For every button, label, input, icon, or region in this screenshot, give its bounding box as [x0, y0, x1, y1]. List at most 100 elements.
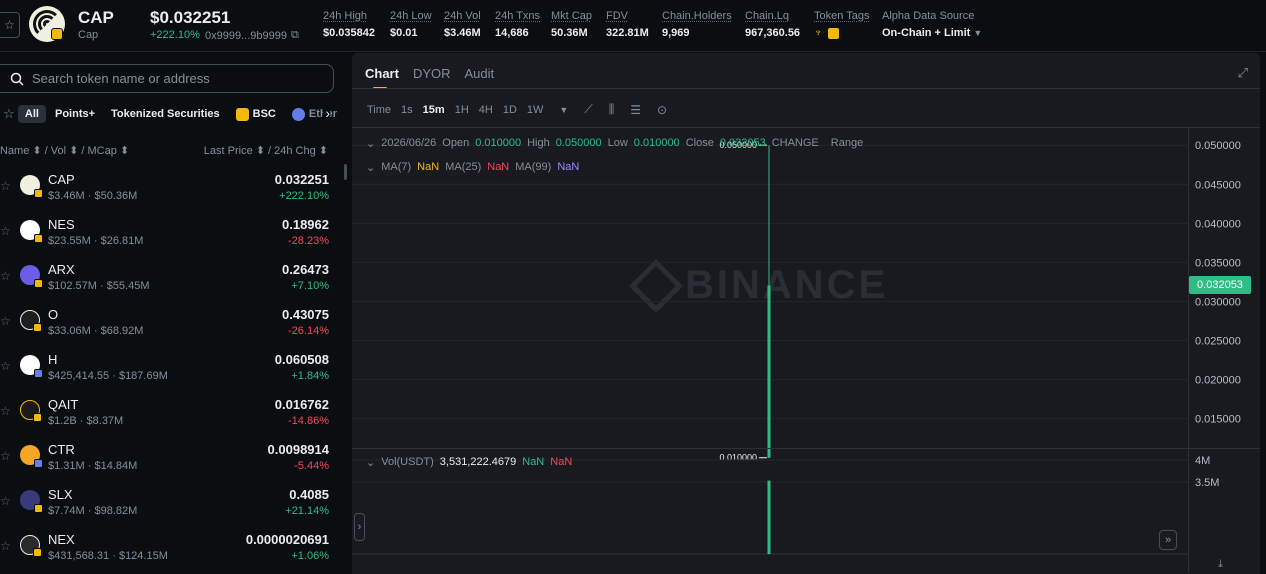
tab-dyor[interactable]: DYOR [413, 66, 451, 89]
star-icon[interactable]: ☆ [0, 494, 11, 508]
stat-24h-high: 24h High $0.035842 [323, 10, 375, 39]
volume-pane-divider[interactable] [352, 448, 1260, 449]
fullscreen-expand-icon[interactable]: ⤢ [1238, 65, 1248, 81]
token-row[interactable]: ☆ ARX $102.57M · $55.45M 0.26473 +7.10% [0, 255, 346, 300]
tab-audit[interactable]: Audit [465, 66, 495, 89]
timeframe-1d[interactable]: 1D [503, 104, 517, 116]
volume-value: 3,531,222.4679 [439, 456, 517, 468]
alpha-data-source-value: On-Chain + Limit [882, 27, 971, 39]
filter-tokenized-securities[interactable]: Tokenized Securities [104, 105, 227, 123]
contract-address[interactable]: 0x9999...9b9999 ⧉ [205, 29, 299, 42]
time-label: Time [367, 103, 392, 116]
indicator-line-chart-icon[interactable]: ⟋ [584, 102, 592, 117]
token-row[interactable]: ☆ NES $23.55M · $26.81M 0.18962 -28.23% [0, 210, 346, 255]
sort-price-change[interactable]: Last Price ⬍ / 24h Chg ⬍ [204, 144, 328, 157]
star-icon[interactable]: ☆ [0, 224, 11, 238]
sort-name-vol-mcap[interactable]: Name ⬍ / Vol ⬍ / MCap ⬍ [0, 144, 129, 157]
price-chart-svg: 0.050000 0.045000 0.040000 0.035000 0.030000… [352, 140, 1241, 555]
expand-left-chevron-icon[interactable]: › [354, 513, 365, 541]
star-icon[interactable]: ☆ [0, 359, 11, 373]
candle-date: 2026/06/26 [381, 137, 437, 149]
candle-type-icon[interactable]: ⫼ [609, 102, 615, 117]
token-row[interactable]: ☆ H $425,414.55 · $187.69M 0.060508 +1.8… [0, 345, 346, 390]
token-vol-mcap: $1.2B · $8.37M [48, 415, 124, 427]
token-list: ☆ CAP $3.46M · $50.36M 0.032251 +222.10%… [0, 165, 346, 570]
token-vol-mcap: $425,414.55 · $187.69M [48, 370, 168, 382]
token-row[interactable]: ☆ NEX $431,568.31 · $124.15M 0.000002069… [0, 525, 346, 570]
token-vol-mcap: $102.57M · $55.45M [48, 280, 150, 292]
collapse-ma-chevron-icon[interactable]: ⌄ [366, 161, 375, 174]
search-input[interactable] [32, 71, 312, 86]
volume-tick-label: 3.5M [1195, 477, 1219, 489]
stat-label: 24h Txns [495, 10, 541, 22]
low-value: 0.010000 [633, 137, 680, 149]
timeframe-1w[interactable]: 1W [527, 104, 544, 116]
token-logo-icon [20, 490, 43, 513]
star-icon[interactable]: ☆ [0, 179, 11, 193]
reset-scale-icon[interactable]: ⤓ [1218, 558, 1223, 571]
stat-chain-holders: Chain.Holders 9,969 [662, 10, 732, 39]
star-icon[interactable]: ☆ [0, 449, 11, 463]
collapse-legend-chevron-icon[interactable]: ⌄ [366, 137, 375, 150]
stat-value: 322.81M [606, 27, 649, 39]
ma-legend: ⌄ MA(7) NaN MA(25) NaN MA(99) NaN [366, 161, 579, 174]
chart-config-gear-icon[interactable]: ⊙ [657, 103, 667, 117]
stat-24h-low: 24h Low $0.01 [390, 10, 432, 39]
chart-settings-list-icon[interactable]: ☰ [630, 103, 641, 117]
token-change: -28.23% [288, 235, 329, 247]
token-price: 0.0000020691 [245, 532, 329, 547]
timeframe-1h[interactable]: 1H [455, 104, 469, 116]
ma7-label: MA(7) [381, 161, 412, 173]
favorite-star-icon[interactable]: ☆ [0, 12, 20, 38]
token-symbol: NEX [48, 532, 75, 547]
filter-points-plus[interactable]: Points+ [48, 105, 102, 123]
timeframe-15m[interactable]: 15m [423, 104, 445, 116]
filter-chips: ☆ All Points+ Tokenized Securities BSC E… [0, 103, 346, 125]
y-tick-label: 0.025000 [1195, 336, 1241, 348]
stat-value: $0.01 [390, 27, 418, 39]
list-scrollbar[interactable] [344, 164, 347, 180]
filter-bsc[interactable]: BSC [229, 105, 283, 124]
token-row[interactable]: ☆ CAP $3.46M · $50.36M 0.032251 +222.10% [0, 165, 346, 210]
collapse-vol-chevron-icon[interactable]: ⌄ [366, 456, 375, 469]
token-price: 0.016762 [274, 397, 329, 412]
token-change: +222.10% [150, 29, 200, 41]
token-row[interactable]: ☆ O $33.06M · $68.92M 0.43075 -26.14% [0, 300, 346, 345]
star-icon[interactable]: ☆ [0, 404, 11, 418]
scroll-to-latest-icon[interactable]: » [1159, 530, 1177, 550]
token-tags[interactable]: Token Tags ♆ [814, 10, 869, 39]
chart-tabs: Chart DYOR Audit [365, 66, 494, 89]
token-logo-icon [20, 535, 42, 557]
star-icon[interactable]: ☆ [0, 269, 11, 283]
bsc-icon [235, 107, 249, 121]
star-icon[interactable]: ☆ [0, 539, 11, 553]
token-price: 0.032251 [274, 172, 329, 187]
token-row[interactable]: ☆ SLX $7.74M · $98.82M 0.4085 +21.14% [0, 480, 346, 525]
filter-all[interactable]: All [17, 105, 46, 123]
stat-label: 24h Vol [444, 10, 481, 22]
token-vol-mcap: $1.31M · $14.84M [48, 460, 138, 472]
token-row[interactable]: ☆ QAIT $1.2B · $8.37M 0.016762 -14.86% [0, 390, 346, 435]
search-box[interactable] [0, 64, 334, 93]
timeframe-1s[interactable]: 1s [401, 104, 413, 116]
alpha-data-source[interactable]: Alpha Data Source On-Chain + Limit ▼ [882, 10, 982, 39]
filter-ethereum[interactable]: Ether [285, 105, 344, 124]
copy-icon[interactable]: ⧉ [291, 29, 299, 42]
divider [352, 88, 1260, 89]
change-label: CHANGE [771, 137, 819, 149]
ma7-value: NaN [417, 161, 440, 173]
star-icon[interactable]: ☆ [0, 314, 11, 328]
favorites-filter-star-icon[interactable]: ☆ [0, 106, 18, 122]
alpha-data-source-select[interactable]: On-Chain + Limit ▼ [882, 27, 982, 39]
token-header: ☆ CAP Cap $0.032251 +222.10% 0x9999...9b… [0, 0, 1266, 52]
chevron-right-icon[interactable]: › [323, 105, 330, 121]
timeframe-dropdown-caret-icon[interactable]: ▼ [559, 105, 568, 115]
timeframe-4h[interactable]: 4H [479, 104, 493, 116]
ma99-label: MA(99) [515, 161, 552, 173]
token-row[interactable]: ☆ CTR $1.31M · $14.84M 0.0098914 -5.44% [0, 435, 346, 480]
token-symbol: ARX [48, 262, 75, 277]
token-logo-icon [20, 355, 43, 378]
tab-chart[interactable]: Chart [365, 66, 399, 89]
price-chart[interactable]: BINANCE 0.050000 0.045000 0.040000 0.035000… [352, 128, 1260, 573]
token-price: $0.032251 [150, 8, 231, 27]
